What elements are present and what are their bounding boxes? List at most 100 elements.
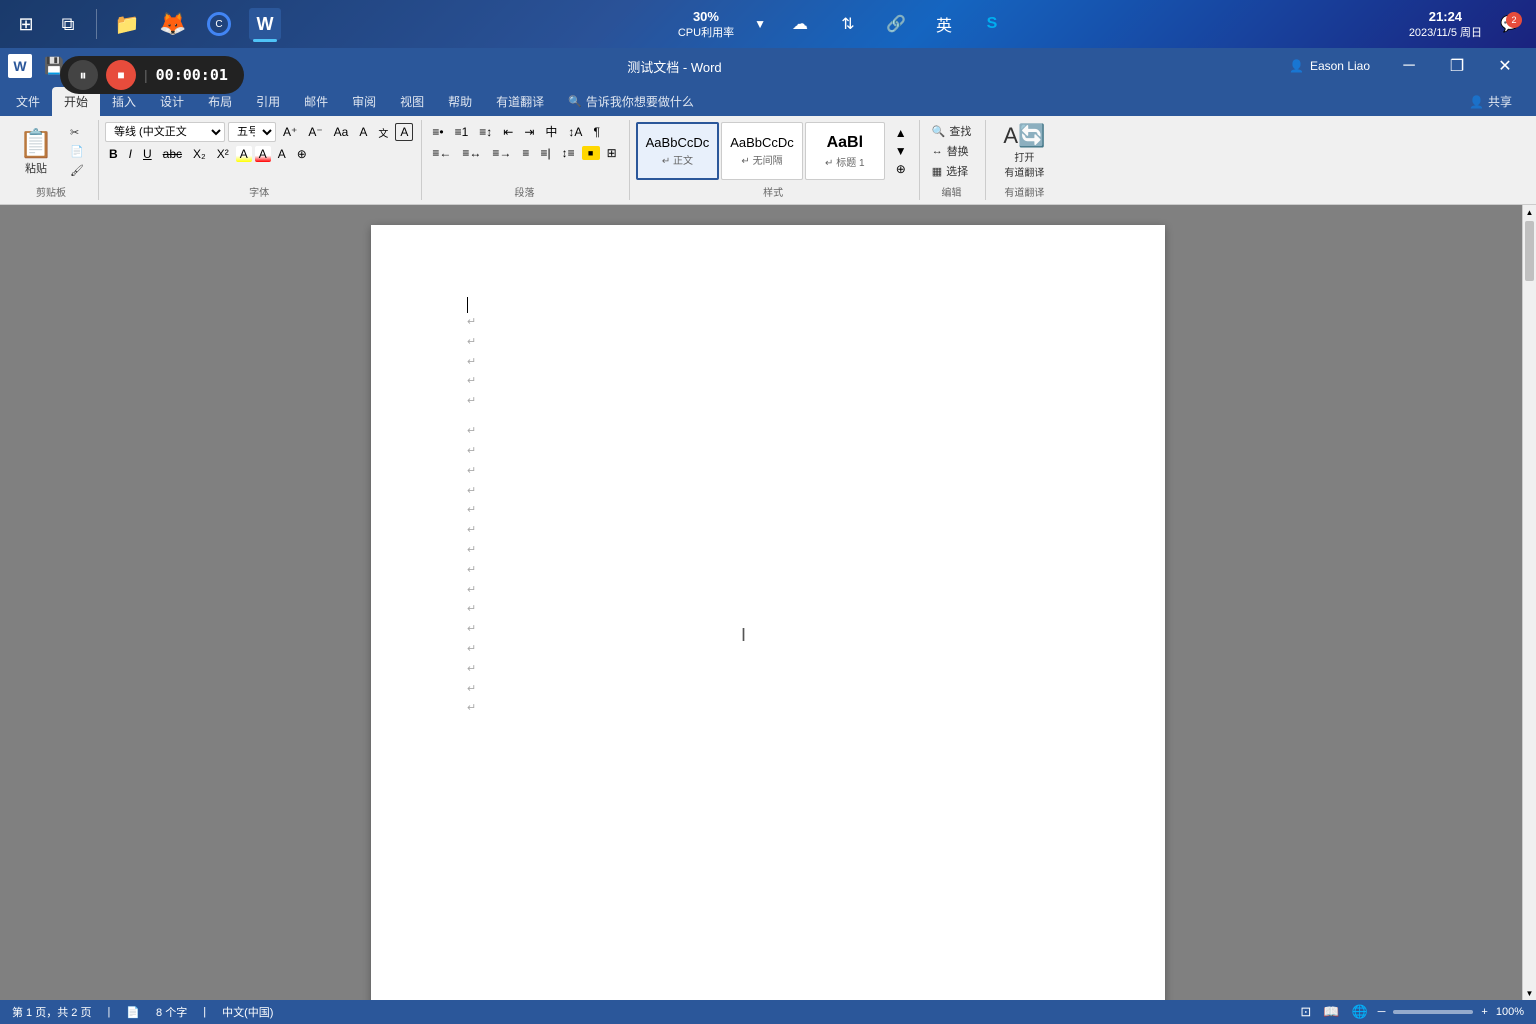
language-display[interactable]: 中文(中国) xyxy=(222,1004,273,1020)
tab-file[interactable]: 文件 xyxy=(4,87,52,116)
strikethrough-button[interactable]: abc xyxy=(159,146,186,162)
increase-font-button[interactable]: A⁺ xyxy=(279,124,301,140)
font-color-highlight-button[interactable]: A xyxy=(236,146,252,162)
align-right-button[interactable]: ≡→ xyxy=(488,145,515,161)
scroll-down-button[interactable]: ▼ xyxy=(1523,986,1536,1000)
style-heading1[interactable]: AaBl ↵ 标题 1 xyxy=(805,122,885,180)
multilevel-list-button[interactable]: ≡↕ xyxy=(475,124,496,140)
word-count[interactable]: 8 个字 xyxy=(156,1004,187,1020)
zoom-level[interactable]: 100% xyxy=(1496,1006,1524,1018)
tab-references[interactable]: 引用 xyxy=(244,87,292,116)
align-center-button[interactable]: ≡↔ xyxy=(458,145,485,161)
zoom-decrease-button[interactable]: ─ xyxy=(1378,1006,1386,1018)
font-shading-button[interactable]: A xyxy=(274,146,290,162)
cpu-info[interactable]: 30% CPU利用率 xyxy=(678,9,734,40)
paragraph-mark-19: ↵ xyxy=(467,680,1093,700)
sync-tray-icon[interactable]: ⇅ xyxy=(834,10,862,38)
print-view-button[interactable]: ⊡ xyxy=(1298,1002,1313,1022)
youdao-translate-button[interactable]: A🔄 打开 有道翻译 xyxy=(992,122,1056,180)
styles-more[interactable]: ⊕ xyxy=(891,161,911,177)
font-size-dropdown[interactable]: 五号 xyxy=(228,122,276,142)
chinese-layout-button[interactable]: 中 xyxy=(541,122,561,141)
datetime-widget[interactable]: 21:24 2023/11/5 周日 xyxy=(1403,7,1488,42)
minimize-button[interactable]: ─ xyxy=(1386,48,1432,84)
tab-view[interactable]: 视图 xyxy=(388,87,436,116)
status-separator-2: | xyxy=(203,1006,206,1018)
recording-pause-button[interactable]: ⏸ xyxy=(68,60,98,90)
styles-scroll-down[interactable]: ▼ xyxy=(891,143,911,159)
align-left-button[interactable]: ≡← xyxy=(428,145,455,161)
distributed-button[interactable]: ≡| xyxy=(536,145,554,161)
link-tray-icon[interactable]: 🔗 xyxy=(882,10,910,38)
char-border-button[interactable]: A xyxy=(395,123,413,141)
find-button[interactable]: 🔍 查找 xyxy=(926,122,978,140)
style-nospace[interactable]: AaBbCcDc ↵ 无间隔 xyxy=(721,122,803,180)
sort-button[interactable]: ↕A xyxy=(564,124,586,140)
text-cursor xyxy=(467,297,468,313)
close-button[interactable]: ✕ xyxy=(1482,48,1528,84)
tab-search[interactable]: 🔍 告诉我你想要做什么 xyxy=(556,87,706,116)
numbering-button[interactable]: ≡1 xyxy=(451,124,473,140)
select-button[interactable]: ▦ 选择 xyxy=(926,162,974,180)
subscript-button[interactable]: X₂ xyxy=(189,146,210,162)
document-area[interactable]: ↵ ↵ ↵ ↵ ↵ I ↵ ↵ ↵ ↵ ↵ ↵ ↵ ↵ ↵ ↵ ↵ ↵ ↵ ↵ … xyxy=(0,205,1536,1000)
tab-youdao[interactable]: 有道翻译 xyxy=(484,87,556,116)
cloud-tray-icon[interactable]: ☁ xyxy=(786,10,814,38)
cpu-dropdown-icon[interactable]: ▼ xyxy=(754,17,766,31)
italic-button[interactable]: I xyxy=(125,146,136,162)
borders-button[interactable]: ⊞ xyxy=(603,145,621,161)
notification-button[interactable]: 💬 2 xyxy=(1496,10,1524,38)
increase-indent-button[interactable]: ⇥ xyxy=(520,124,538,140)
bullets-button[interactable]: ≡• xyxy=(428,124,447,140)
cpu-percent: 30% xyxy=(693,9,719,24)
scroll-up-button[interactable]: ▲ xyxy=(1523,205,1536,219)
ime-tray-icon[interactable]: 英 xyxy=(930,10,958,38)
copy-button[interactable]: 📄 xyxy=(64,142,90,160)
bold-button[interactable]: B xyxy=(105,146,122,162)
skype-tray-icon[interactable]: S xyxy=(978,10,1006,38)
task-view-button[interactable]: ⧉ xyxy=(50,6,86,42)
styles-scroll-up[interactable]: ▲ xyxy=(891,125,911,141)
firefox-button[interactable]: 🦊 xyxy=(153,4,193,44)
chrome-button[interactable]: C xyxy=(199,4,239,44)
phonetic-button[interactable]: 文 xyxy=(374,124,392,141)
tab-help[interactable]: 帮助 xyxy=(436,87,484,116)
font-name-dropdown[interactable]: 等线 (中文正文 xyxy=(105,122,225,142)
replace-button[interactable]: ↔ 替换 xyxy=(926,142,975,160)
clear-format-button[interactable]: A xyxy=(355,124,371,140)
tab-mailings[interactable]: 邮件 xyxy=(292,87,340,116)
decrease-font-button[interactable]: A⁻ xyxy=(304,124,326,140)
start-button[interactable]: ⊞ xyxy=(8,6,44,42)
format-painter-button[interactable]: 🖌 xyxy=(64,161,90,179)
paste-button[interactable]: 📋 粘贴 xyxy=(12,122,60,180)
document-page[interactable]: ↵ ↵ ↵ ↵ ↵ I ↵ ↵ ↵ ↵ ↵ ↵ ↵ ↵ ↵ ↵ ↵ ↵ ↵ ↵ … xyxy=(371,225,1165,1000)
file-explorer-button[interactable]: 📁 xyxy=(107,4,147,44)
scroll-thumb[interactable] xyxy=(1525,221,1534,281)
font-color-button[interactable]: A xyxy=(255,146,271,162)
zoom-slider[interactable] xyxy=(1393,1010,1473,1014)
restore-button[interactable]: ❐ xyxy=(1434,48,1480,84)
zoom-increase-button[interactable]: + xyxy=(1481,1006,1487,1018)
font-case-button[interactable]: Aa xyxy=(330,124,353,140)
superscript-button[interactable]: X² xyxy=(213,146,233,162)
underline-button[interactable]: U xyxy=(139,146,156,162)
char-effects-button[interactable]: ⊕ xyxy=(293,146,311,162)
line-spacing-button[interactable]: ↕≡ xyxy=(558,145,579,161)
justify-button[interactable]: ≡ xyxy=(518,145,533,161)
edit-group: 🔍 查找 ↔ 替换 ▦ 选择 编辑 xyxy=(922,120,987,200)
word-button[interactable]: W xyxy=(245,4,285,44)
i-beam-cursor[interactable]: I xyxy=(741,625,746,646)
show-formatting-button[interactable]: ¶ xyxy=(589,124,603,140)
web-view-button[interactable]: 🌐 xyxy=(1349,1002,1369,1022)
decrease-indent-button[interactable]: ⇤ xyxy=(499,124,517,140)
style-normal-text: AaBbCcDc xyxy=(646,135,710,150)
share-button[interactable]: 👤 共享 xyxy=(1457,87,1524,116)
recording-stop-button[interactable]: ■ xyxy=(106,60,136,90)
shading-button[interactable]: ■ xyxy=(582,146,600,160)
read-view-button[interactable]: 📖 xyxy=(1321,1002,1341,1022)
user-section[interactable]: 👤 Eason Liao xyxy=(1281,57,1378,75)
page-info[interactable]: 第 1 页，共 2 页 xyxy=(12,1004,91,1020)
cut-button[interactable]: ✂ xyxy=(64,123,90,141)
style-normal[interactable]: AaBbCcDc ↵ 正文 xyxy=(636,122,720,180)
tab-review[interactable]: 审阅 xyxy=(340,87,388,116)
